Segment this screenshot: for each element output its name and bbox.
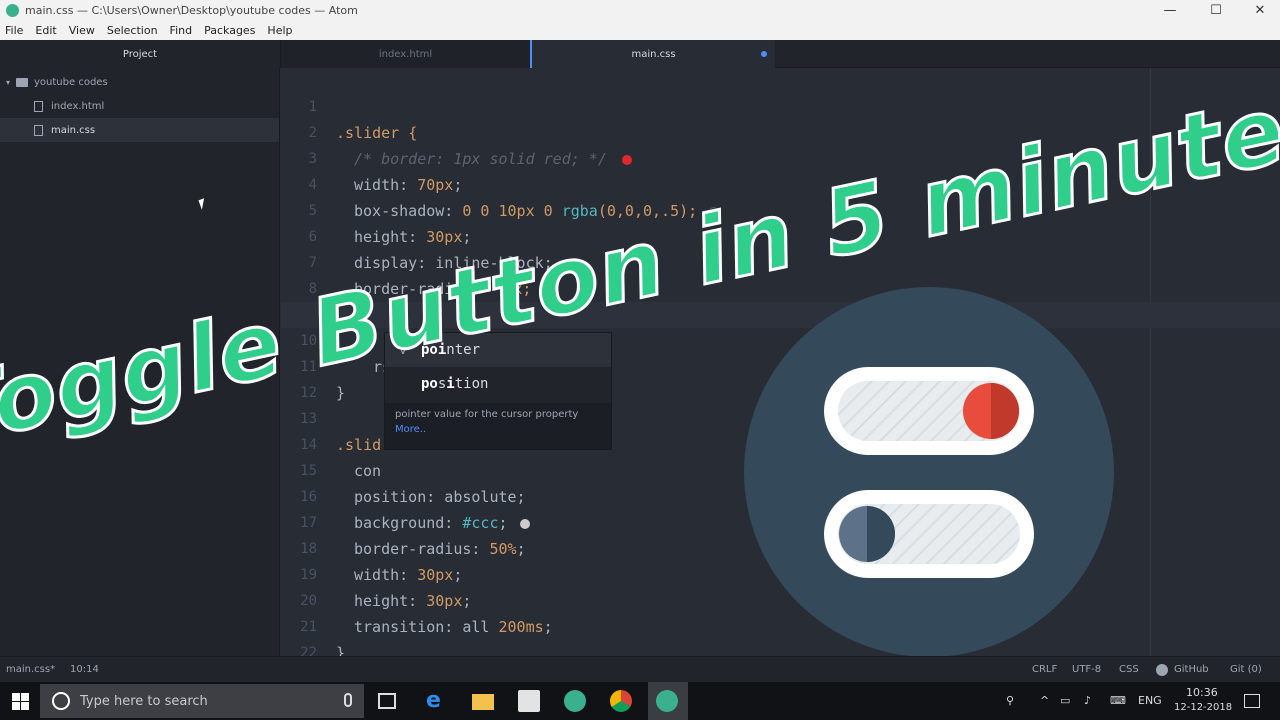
chevron-down-icon: ▾ — [6, 77, 11, 87]
modified-dot-icon — [761, 51, 767, 57]
folder-icon — [16, 77, 29, 87]
status-bar: main.css* 10:14 CRLF UTF-8 CSS GitHub Gi… — [0, 656, 1280, 682]
menu-bar: File Edit View Selection Find Packages H… — [0, 20, 1280, 40]
edge-browser-icon[interactable]: e — [426, 690, 448, 712]
status-cursor-position[interactable]: 10:14 — [70, 664, 99, 675]
atom-app-icon — [6, 3, 19, 17]
toggle-switch-on-icon — [824, 367, 1034, 455]
code-text: } — [336, 644, 346, 656]
search-placeholder: Type here to search — [80, 693, 208, 709]
tree-file-main-css[interactable]: main.css — [0, 118, 279, 142]
status-git[interactable]: Git (0) — [1230, 664, 1262, 675]
windows-taskbar: Type here to search e ⚲ ^ ▭ ♪ ⌨ ENG 10:3… — [0, 682, 1280, 720]
file-label: main.css — [51, 124, 96, 136]
file-icon — [34, 124, 43, 136]
line-number: 22 — [300, 645, 317, 656]
file-icon — [34, 100, 43, 112]
task-view-icon[interactable] — [378, 693, 396, 709]
tree-folder-youtube-codes[interactable]: ▾ youtube codes — [0, 70, 279, 94]
mouse-cursor-icon — [198, 198, 208, 210]
windows-start-icon[interactable] — [12, 693, 29, 710]
chrome-icon[interactable] — [610, 690, 632, 712]
menu-find[interactable]: Find — [170, 24, 193, 37]
close-button[interactable]: ✕ — [1240, 0, 1280, 20]
atom-taskbar-icon[interactable] — [564, 690, 586, 712]
file-explorer-icon[interactable] — [472, 694, 494, 710]
tab-main-css-label: main.css — [631, 48, 676, 60]
status-grammar[interactable]: CSS — [1119, 664, 1139, 675]
menu-view[interactable]: View — [69, 24, 95, 37]
battery-icon[interactable]: ▭ — [1060, 694, 1070, 707]
taskbar-search-box[interactable]: Type here to search — [40, 684, 364, 718]
cortana-icon — [52, 692, 70, 710]
maximize-button[interactable]: ☐ — [1196, 0, 1236, 20]
notifications-icon[interactable] — [1244, 694, 1260, 708]
tree-file-index-html[interactable]: index.html — [0, 94, 279, 118]
toggle-switch-off-icon — [824, 490, 1034, 578]
menu-file[interactable]: File — [5, 24, 23, 37]
status-line-ending[interactable]: CRLF — [1032, 664, 1057, 675]
window-title: main.css — C:\Users\Owner\Desktop\youtub… — [25, 3, 358, 17]
people-icon[interactable]: ⚲ — [1006, 694, 1014, 707]
clock-date[interactable]: 12-12-2018 — [1174, 702, 1232, 713]
volume-icon[interactable]: ♪ — [1084, 694, 1091, 707]
github-icon — [1156, 664, 1168, 676]
status-github[interactable]: GitHub — [1174, 664, 1209, 675]
toggle-illustration — [744, 287, 1114, 657]
menu-help[interactable]: Help — [267, 24, 292, 37]
menu-selection[interactable]: Selection — [107, 24, 158, 37]
language-indicator[interactable]: ENG — [1138, 694, 1162, 707]
clock-time[interactable]: 10:36 — [1186, 686, 1218, 699]
menu-edit[interactable]: Edit — [35, 24, 56, 37]
status-encoding[interactable]: UTF-8 — [1072, 664, 1101, 675]
circle-background — [744, 287, 1114, 657]
tab-main-css[interactable]: main.css — [530, 40, 775, 68]
tab-project[interactable]: Project — [0, 40, 280, 68]
store-icon[interactable] — [518, 690, 540, 712]
chevron-up-icon[interactable]: ^ — [1040, 694, 1049, 707]
atom-taskbar-icon-active[interactable] — [656, 690, 678, 712]
file-label: index.html — [51, 100, 105, 112]
folder-label: youtube codes — [34, 76, 108, 88]
status-file[interactable]: main.css* — [6, 664, 55, 675]
keyboard-icon[interactable]: ⌨ — [1110, 694, 1126, 707]
tab-index-html[interactable]: index.html — [280, 40, 530, 68]
minimize-button[interactable]: — — [1150, 0, 1190, 20]
microphone-icon[interactable] — [344, 693, 352, 707]
menu-packages[interactable]: Packages — [204, 24, 255, 37]
window-titlebar: main.css — C:\Users\Owner\Desktop\youtub… — [0, 0, 1280, 20]
